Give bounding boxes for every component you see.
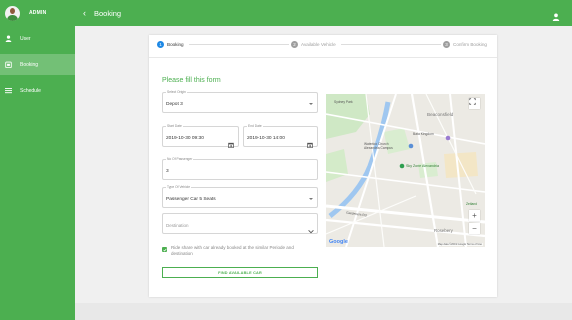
sidebar-item-label: Booking <box>20 61 39 68</box>
field-value: 3 <box>166 169 169 174</box>
zoom-in-button[interactable]: + <box>469 210 480 221</box>
map-label: Rosebery <box>434 228 453 233</box>
ride-share-checkbox[interactable] <box>162 247 167 252</box>
map-label: Bata Kingdom <box>413 132 434 136</box>
page-title: Booking <box>94 8 122 18</box>
divider <box>149 57 497 58</box>
sidebar-item-label: Schedule <box>20 87 41 94</box>
menu-icon <box>4 87 12 95</box>
step-connector <box>189 44 289 45</box>
sidebar: ADMIN User Booking Schedule <box>0 0 75 320</box>
top-bar: ‹ Booking <box>75 0 572 26</box>
step-label: Booking <box>167 42 184 47</box>
zoom-out-button[interactable]: − <box>469 223 480 234</box>
caret-down-icon <box>309 103 313 105</box>
step-connector <box>341 44 441 45</box>
field-value: 2019-10-30 09:30 <box>166 136 204 141</box>
caret-down-icon <box>309 198 313 200</box>
avatar[interactable] <box>5 5 20 21</box>
map-canvas <box>326 94 485 247</box>
destination-placeholder: Destination <box>166 223 189 228</box>
sidebar-header: ADMIN <box>0 0 75 26</box>
sidebar-nav: User Booking Schedule <box>0 28 75 101</box>
booking-icon <box>4 61 12 69</box>
field-value: Depot 3 <box>166 102 183 107</box>
map-label: Sydney Park <box>334 100 353 104</box>
step-available-vehicle[interactable]: 2 Available Vehicle <box>291 41 336 48</box>
fullscreen-button[interactable] <box>469 98 480 109</box>
step-confirm-booking[interactable]: 3 Confirm Booking <box>443 41 487 48</box>
field-label: End Date <box>247 124 263 129</box>
map-label: Zetland <box>466 202 477 206</box>
google-logo: Google <box>329 239 348 245</box>
step-number: 2 <box>291 41 298 48</box>
fullscreen-icon <box>469 98 476 105</box>
origin-select[interactable]: Select Origin Depot 3 <box>162 90 318 113</box>
map-label: Sky Zone Alexandria <box>406 164 439 168</box>
field-label: Start Date <box>166 124 183 129</box>
destination-select[interactable]: Destination <box>162 213 318 234</box>
map[interactable]: Sydney Park Beaconsfield Bata Kingdom Wa… <box>326 94 485 247</box>
sidebar-item-schedule[interactable]: Schedule <box>0 80 75 101</box>
booking-card: 1 Booking 2 Available Vehicle 3 Confirm … <box>149 35 497 297</box>
person-icon <box>4 35 12 43</box>
field-value: Passenger Car 5 Seats <box>166 197 216 202</box>
calendar-icon[interactable] <box>307 135 313 153</box>
end-date-field[interactable]: End Date 2019-10-30 14:00 <box>243 124 318 149</box>
sidebar-item-user[interactable]: User <box>0 28 75 49</box>
vehicle-type-select[interactable]: Type Of Vehicle Passenger Car 5 Seats <box>162 185 318 208</box>
find-available-car-button[interactable]: FIND AVAILABLE CAR <box>162 267 318 278</box>
account-icon[interactable] <box>552 8 560 26</box>
calendar-icon[interactable] <box>228 135 234 153</box>
step-booking[interactable]: 1 Booking <box>157 41 184 48</box>
chevron-down-icon <box>308 221 314 239</box>
passenger-count-field[interactable]: No Of Passenger 3 <box>162 157 318 180</box>
back-arrow-icon[interactable]: ‹ <box>83 8 86 18</box>
step-label: Confirm Booking <box>453 42 487 47</box>
map-label: Beaconsfield <box>427 112 454 117</box>
sidebar-item-booking[interactable]: Booking <box>0 54 75 75</box>
map-label: Waterloo Church Alexandria Campus <box>364 142 393 150</box>
step-number: 3 <box>443 41 450 48</box>
field-value: 2019-10-30 14:00 <box>247 136 285 141</box>
step-label: Available Vehicle <box>301 42 336 47</box>
sidebar-item-label: User <box>20 35 31 42</box>
step-number: 1 <box>157 41 164 48</box>
start-date-field[interactable]: Start Date 2019-10-30 09:30 <box>162 124 239 149</box>
sidebar-user-name: ADMIN <box>29 10 47 16</box>
check-icon <box>162 248 167 252</box>
field-label: No Of Passenger <box>166 157 194 162</box>
map-attribution[interactable]: Map data ©2019 Google Terms of Use <box>436 243 483 246</box>
field-label: Select Origin <box>166 90 187 95</box>
ride-share-label: Ride share with car already booked at th… <box>171 245 294 256</box>
field-label: Type Of Vehicle <box>166 185 192 190</box>
stepper: 1 Booking 2 Available Vehicle 3 Confirm … <box>149 35 497 57</box>
footer-strip <box>75 303 572 320</box>
form-title: Please fill this form <box>162 77 221 84</box>
